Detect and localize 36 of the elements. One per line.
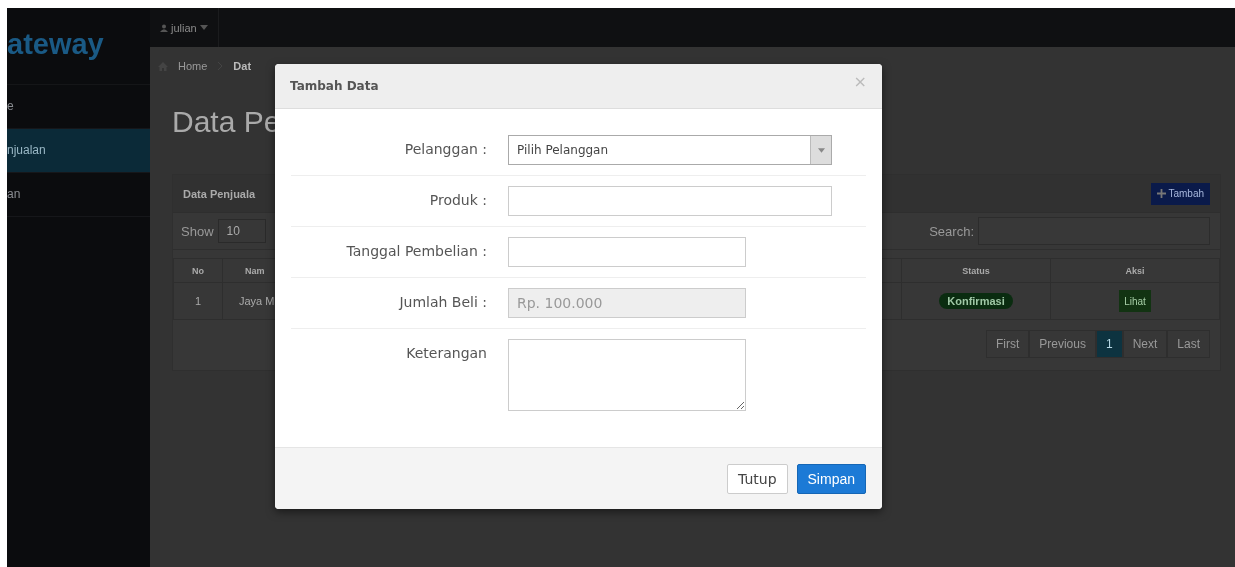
field-label: Keterangan — [405, 344, 488, 361]
field-label: Tanggal Pembelian : — [345, 242, 488, 259]
save-button[interactable]: Simpan — [796, 463, 866, 494]
status-badge: Konfirmasi — [939, 293, 1013, 309]
breadcrumb-link[interactable]: Home — [178, 60, 208, 72]
column-header: No — [173, 258, 223, 283]
modal-title: Tambah Data — [290, 79, 379, 93]
input-field[interactable] — [508, 186, 832, 216]
show-label: Show — [181, 223, 214, 239]
close-dialog-button[interactable]: Tutup — [726, 463, 788, 494]
pagination-button[interactable]: Last — [1167, 330, 1210, 358]
table-cell: 1 — [173, 282, 223, 320]
sidebar-item[interactable]: njualan — [7, 129, 150, 173]
search-label: Search: — [929, 223, 974, 239]
panel-title: Data Penjuala — [183, 187, 256, 200]
select-field[interactable]: Pilih Pelanggan — [508, 135, 832, 165]
column-header: Aksi — [1050, 258, 1220, 283]
caret-icon — [817, 147, 825, 153]
column-header: Status — [901, 258, 1051, 283]
user-icon — [160, 23, 168, 32]
caret-icon — [199, 25, 208, 30]
user-menu[interactable]: julian — [150, 8, 219, 47]
plus-icon — [1157, 189, 1167, 198]
view-button[interactable]: Lihat — [1119, 290, 1151, 312]
add-button[interactable]: Tambah — [1151, 182, 1210, 205]
breadcrumb-current: Dat — [233, 60, 252, 72]
pagination-button[interactable]: Previous — [1029, 330, 1096, 358]
pagination-button[interactable]: First — [985, 330, 1030, 358]
pagination-button[interactable]: 1 — [1095, 330, 1123, 358]
pagination-button[interactable]: Next — [1122, 330, 1168, 358]
page-size-select[interactable]: 10 — [217, 219, 266, 243]
field-label: Produk : — [428, 191, 488, 208]
field-label: Pelanggan : — [403, 140, 488, 157]
input-field[interactable] — [508, 237, 746, 267]
field-label: Jumlah Beli : — [397, 293, 488, 310]
text-area[interactable] — [508, 339, 746, 411]
